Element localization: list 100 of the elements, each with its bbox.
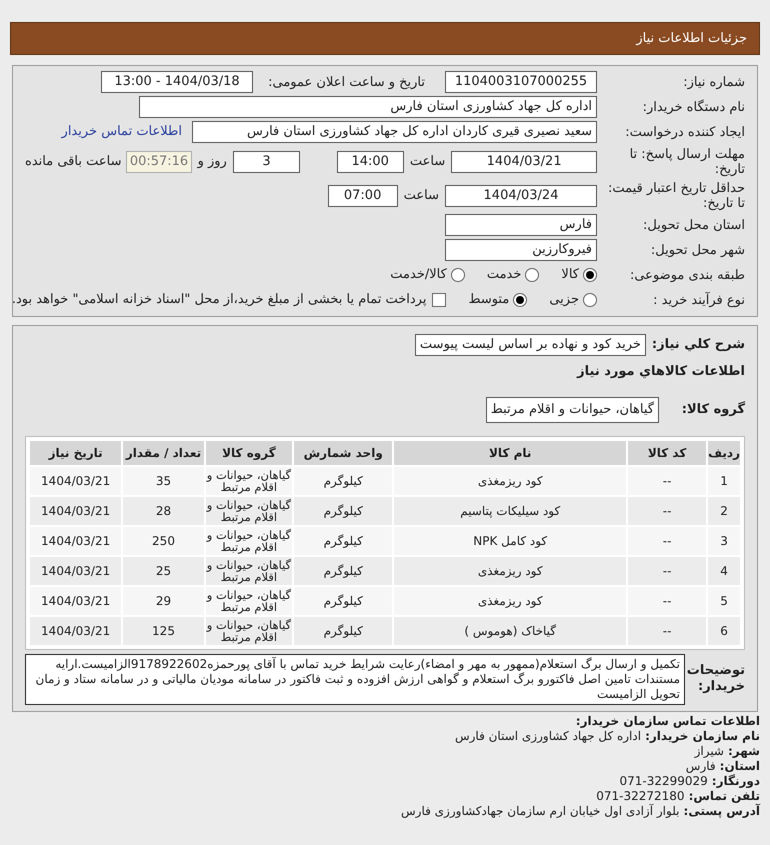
value-field: فیروکارزین [445,239,597,261]
table-cell: 6 [708,616,740,644]
table-cell: کود ریزمغذی [394,586,626,614]
column-header: تعداد / مقدار [123,440,204,464]
column-header: گروه کالا [206,440,292,464]
value-field: 1104003107000255 [445,71,597,93]
contact-label: نام سازمان خریدار: [645,728,760,744]
table-cell: کیلوگرم [294,556,392,584]
value-field: 1404/03/24 [445,184,597,206]
contact-label: استان: [720,758,760,774]
table-cell: 250 [123,526,204,554]
radio-button[interactable] [583,268,597,282]
field-label: حداقل تاریخ اعتبار قیمت: تا تاریخ: [606,180,745,210]
field-label: شرح کلي نياز: [652,336,745,354]
table-cell: گیاهان، حیوانات و اقلام مرتبط [206,466,292,494]
contact-value: 071-32272180 [596,788,685,804]
value-field: خرید کود و نهاده بر اساس لیست پیوست [414,334,646,356]
field-label: شهر محل تحویل: [650,242,745,258]
table-cell: کیلوگرم [294,616,392,644]
table-cell: 29 [123,586,204,614]
table-cell: 35 [123,466,204,494]
table-cell: گیاهان، حیوانات و اقلام مرتبط [206,586,292,614]
field-label: توضیحات خریدار: [686,663,745,695]
table-cell: 1404/03/21 [30,616,122,644]
contact-value: فارس [686,758,716,774]
column-header: نام کالا [394,440,626,464]
table-cell: کیلوگرم [294,496,392,524]
value-field: فارس [445,214,597,236]
contact-label: آدرس پستی: [684,804,760,818]
table-cell: کود ریزمغذی [394,556,626,584]
table-cell: 1404/03/21 [30,466,122,494]
value-field: 1404/03/18 - 13:00 [101,71,253,93]
table-cell: گیاهان، حیوانات و اقلام مرتبط [206,496,292,524]
radio-button[interactable] [513,293,528,307]
table-cell: کیلوگرم [294,466,392,494]
value-field: 1404/03/21 [451,150,597,172]
column-header: ردیف [708,440,740,464]
table-cell: گیاهان، حیوانات و اقلام مرتبط [206,616,292,644]
table-cell: 4 [708,556,740,584]
table-cell: -- [628,466,706,494]
radio-button[interactable] [583,293,597,307]
value-field: سعید نصیری قیری کاردان اداره کل جهاد کشاورزی استان فارس [192,121,597,143]
page-title: جزئیات اطلاعات نیاز [636,30,747,48]
table-cell: -- [628,526,706,554]
contact-title: اطلاعات تماس سازمان خریدار: [574,714,760,728]
radio-label: کالا [561,266,579,284]
field-label: مهلت ارسال پاسخ: تا تاریخ: [628,146,745,176]
table-cell: 1404/03/21 [30,556,122,584]
table-cell: کود کامل NPK [394,526,626,554]
contact-value: بلوار آزادی اول خیابان ارم سازمان جهادکشاورزی فارس [401,804,680,818]
table-cell: گیاهان، حیوانات و اقلام مرتبط [206,556,292,584]
table-cell: 5 [708,586,740,614]
table-cell: -- [628,556,706,584]
contact-label: دورنگار: [712,774,760,788]
table-cell: کیلوگرم [294,586,392,614]
buyer-contact-link[interactable]: اطلاعات تماس خریدار [62,122,182,142]
table-cell: -- [628,616,706,644]
value-field: گیاهان، حیوانات و اقلام مرتبط [486,396,659,422]
checkbox[interactable] [432,293,446,307]
field-label: طبقه بندی موضوعی: [628,268,745,282]
value-field: 14:00 [336,150,404,172]
field-label: ساعت باقی مانده [25,152,122,171]
table-cell: 2 [708,496,740,524]
value-field: 3 [232,150,300,172]
radio-button[interactable] [525,268,540,282]
table-cell: 125 [123,616,204,644]
table-cell: کیلوگرم [294,526,392,554]
table-cell: 1 [708,466,740,494]
contact-label: شهر: [728,744,760,758]
table-cell: گیاهان، حیوانات و اقلام مرتبط [206,526,292,554]
value-field: اداره کل جهاد کشاورزی استان فارس [139,96,597,118]
section-title: اطلاعات کالاهاي مورد نياز [576,363,745,381]
radio-label: جزیی [549,291,579,310]
radio-label: متوسط [468,291,510,310]
radio-button[interactable] [450,268,465,282]
field-label: تاریخ و ساعت اعلان عمومی: [267,74,425,90]
table-cell: 25 [123,556,204,584]
field-label: ایجاد کننده درخواست: [624,124,745,140]
contact-value: شیراز [694,744,724,758]
contact-label: تلفن تماس: [688,788,760,804]
field-label: نوع فرآیند خرید : [652,292,745,308]
value-field: 07:00 [328,184,398,206]
field-label: شماره نیاز: [682,74,745,90]
table-cell: -- [628,496,706,524]
table-cell: 1404/03/21 [30,526,122,554]
radio-label: کالا/خدمت [390,266,447,284]
table-cell: -- [628,586,706,614]
column-header: تاریخ نیاز [30,440,122,464]
field-label: نام دستگاه خریدار: [642,100,745,114]
field-label: استان محل تحویل: [642,218,745,232]
field-label: روز و [198,152,227,171]
field-label: گروه کالا: [680,402,745,417]
notes-field: تکمیل و ارسال برگ استعلام(ممهور به مهر و امضاء)رعایت شرایط خرید تماس با آقای پورحمزه9178922602الزامیست.ارایه مستندات تامین اصل فاکتورو برگ استعلام و گواهی ارزش افزوده و ثبت فاکتور در سامانه مودیان مالیاتی و در سامانه ستاد و زمان تحویل الزامیست [25,654,685,704]
table-cell: گیاخاک (هوموس ) [394,616,626,644]
table-cell: 28 [123,496,204,524]
column-header: واحد شمارش [294,440,392,464]
checkbox-label: پرداخت تمام یا بخشی از مبلغ خرید،از محل "اسناد خزانه اسلامی" خواهد بود. [12,291,426,310]
table-cell: 3 [708,526,740,554]
contact-value: 071-32299029 [619,774,708,788]
table-cell: 1404/03/21 [30,586,122,614]
